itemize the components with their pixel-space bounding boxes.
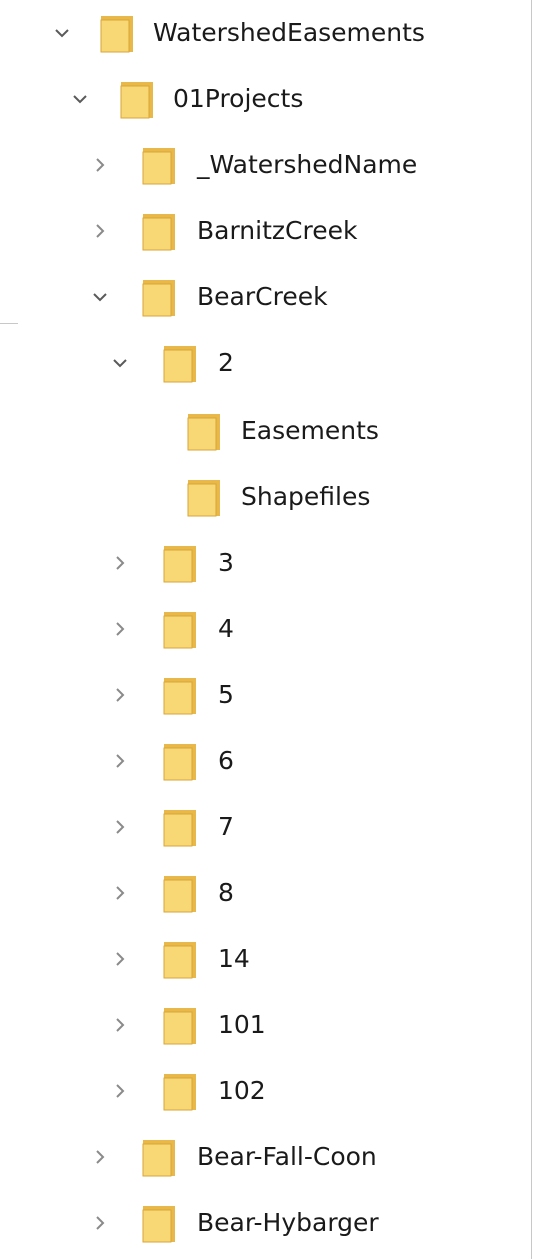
tree-item-label: 3 [218, 548, 234, 577]
tree-item-label: Bear-Hybarger [197, 1208, 379, 1237]
tree-item-bear-hybarger[interactable]: Bear-Hybarger [0, 1193, 530, 1253]
folder-icon [142, 147, 176, 185]
folder-icon [163, 743, 197, 781]
chevron-right-icon[interactable] [106, 731, 134, 791]
tree-item-label: 2 [218, 348, 234, 377]
folder-icon [163, 941, 197, 979]
tree-item-6[interactable]: 6 [0, 731, 530, 791]
chevron-right-icon[interactable] [106, 995, 134, 1055]
folder-icon [163, 1007, 197, 1045]
tree-item-label: 102 [218, 1076, 266, 1105]
chevron-right-icon[interactable] [86, 1127, 114, 1187]
tree-item-101[interactable]: 101 [0, 995, 530, 1055]
tree-item-label: BearCreek [197, 282, 328, 311]
tree-item-14[interactable]: 14 [0, 929, 530, 989]
chevron-right-icon[interactable] [106, 533, 134, 593]
chevron-down-icon[interactable] [106, 333, 134, 393]
folder-icon [187, 479, 221, 517]
tree-item-2[interactable]: 2 [0, 333, 530, 393]
tree-item-4[interactable]: 4 [0, 599, 530, 659]
tree-item-label: 5 [218, 680, 234, 709]
chevron-down-icon[interactable] [86, 267, 114, 327]
chevron-right-icon[interactable] [106, 665, 134, 725]
tree-item-label: Easements [241, 416, 379, 445]
folder-icon [163, 875, 197, 913]
chevron-right-icon[interactable] [106, 599, 134, 659]
folder-icon [163, 1073, 197, 1111]
chevron-right-icon[interactable] [86, 201, 114, 261]
tree-item-label: Shapefiles [241, 482, 371, 511]
tree-item-102[interactable]: 102 [0, 1061, 530, 1121]
folder-icon [163, 611, 197, 649]
tree-item-label: 101 [218, 1010, 266, 1039]
folder-icon [142, 1205, 176, 1243]
folder-icon [163, 345, 197, 383]
chevron-right-icon[interactable] [86, 135, 114, 195]
tree-item-watershedname[interactable]: _WatershedName [0, 135, 530, 195]
tree-item-label: WatershedEasements [153, 18, 425, 47]
chevron-down-icon[interactable] [48, 3, 76, 63]
folder-icon [120, 81, 154, 119]
tree-item-easements[interactable]: Easements [0, 401, 530, 461]
tree-item-shapefiles[interactable]: Shapefiles [0, 467, 530, 527]
chevron-down-icon[interactable] [66, 69, 94, 129]
tree-item-label: 7 [218, 812, 234, 841]
tree-item-watershedeasements[interactable]: WatershedEasements [0, 3, 530, 63]
folder-icon [163, 545, 197, 583]
folder-icon [142, 279, 176, 317]
folder-icon [163, 809, 197, 847]
tree-item-label: Bear-Fall-Coon [197, 1142, 377, 1171]
tree-item-label: 14 [218, 944, 250, 973]
chevron-right-icon[interactable] [86, 1193, 114, 1253]
chevron-right-icon[interactable] [106, 1061, 134, 1121]
folder-icon [187, 413, 221, 451]
tree-item-label: 01Projects [173, 84, 304, 113]
tree-item-bearcreek[interactable]: BearCreek [0, 267, 530, 327]
tree-item-label: 8 [218, 878, 234, 907]
tree-item-01projects[interactable]: 01Projects [0, 69, 530, 129]
tree-item-barnitzcreek[interactable]: BarnitzCreek [0, 201, 530, 261]
chevron-right-icon[interactable] [106, 797, 134, 857]
folder-icon [142, 213, 176, 251]
tree-item-3[interactable]: 3 [0, 533, 530, 593]
folder-icon [142, 1139, 176, 1177]
tree-item-label: 4 [218, 614, 234, 643]
tree-item-label: _WatershedName [197, 150, 418, 179]
pane-border [531, 0, 532, 1259]
tree-item-8[interactable]: 8 [0, 863, 530, 923]
folder-icon [163, 677, 197, 715]
folder-icon [100, 15, 134, 53]
tree-item-7[interactable]: 7 [0, 797, 530, 857]
chevron-right-icon[interactable] [106, 863, 134, 923]
chevron-right-icon[interactable] [106, 929, 134, 989]
tree-item-bear-fall-coon[interactable]: Bear-Fall-Coon [0, 1127, 530, 1187]
tree-item-label: 6 [218, 746, 234, 775]
tree-item-5[interactable]: 5 [0, 665, 530, 725]
tree-item-label: BarnitzCreek [197, 216, 358, 245]
